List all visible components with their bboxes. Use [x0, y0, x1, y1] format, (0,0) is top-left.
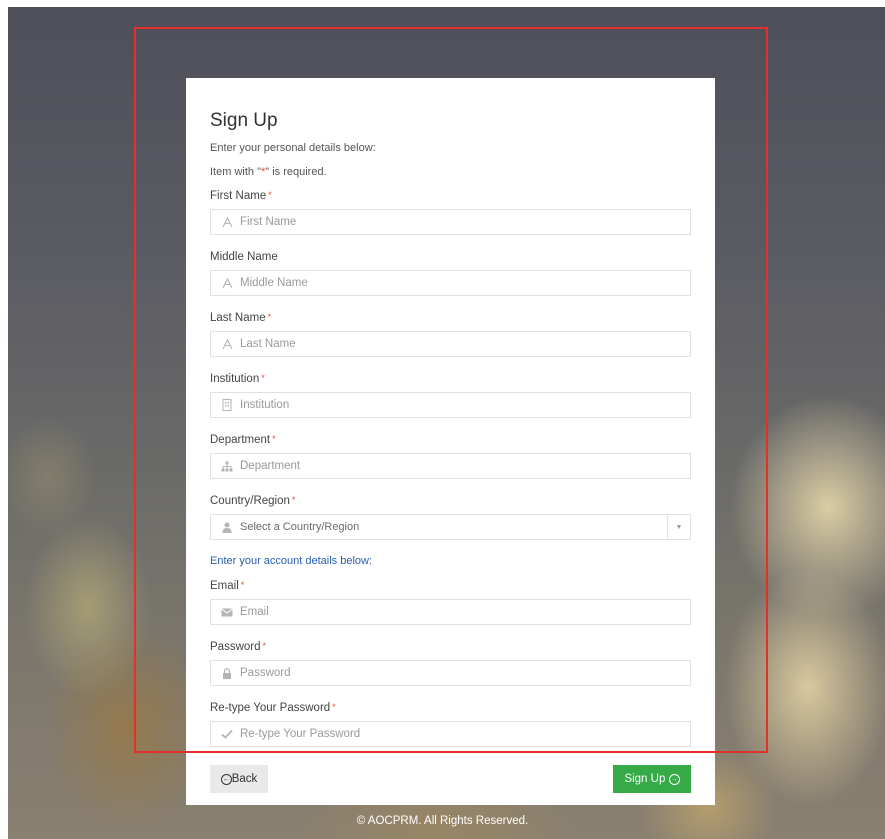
department-input[interactable]	[238, 455, 690, 477]
check-icon	[216, 729, 238, 739]
font-icon	[216, 277, 238, 289]
envelope-icon	[216, 607, 238, 617]
retype-password-field	[210, 721, 691, 747]
password-label: Password *	[210, 641, 267, 653]
chevron-down-icon[interactable]: ▼	[667, 515, 690, 539]
password-field	[210, 660, 691, 686]
user-icon	[216, 522, 238, 533]
last-name-field	[210, 331, 691, 357]
arrow-left-circle-icon: ←	[220, 773, 232, 785]
email-label: Email *	[210, 580, 245, 592]
sign-up-button[interactable]: Sign Up →	[613, 765, 691, 793]
signup-form: Sign Up Enter your personal details belo…	[186, 78, 715, 805]
first-name-input[interactable]	[238, 211, 690, 233]
required-note: Item with "*" is required.	[210, 166, 327, 178]
last-name-input[interactable]	[238, 333, 690, 355]
personal-details-intro: Enter your personal details below:	[210, 142, 376, 154]
arrow-right-circle-icon: →	[668, 773, 680, 785]
account-details-intro: Enter your account details below:	[210, 555, 373, 567]
department-field	[210, 453, 691, 479]
password-input[interactable]	[238, 662, 690, 684]
middle-name-input[interactable]	[238, 272, 690, 294]
country-label: Country/Region *	[210, 495, 296, 507]
first-name-field	[210, 209, 691, 235]
email-field	[210, 599, 691, 625]
middle-name-field	[210, 270, 691, 296]
font-icon	[216, 216, 238, 228]
back-button[interactable]: ← Back	[210, 765, 268, 793]
institution-input[interactable]	[238, 394, 690, 416]
retype-password-input[interactable]	[238, 723, 690, 745]
page-title: Sign Up	[210, 110, 278, 131]
building-icon	[216, 399, 238, 411]
sitemap-icon	[216, 461, 238, 472]
institution-label: Institution *	[210, 373, 265, 385]
middle-name-label: Middle Name	[210, 251, 278, 263]
email-input[interactable]	[238, 601, 690, 623]
last-name-label: Last Name *	[210, 312, 272, 324]
font-icon	[216, 338, 238, 350]
lock-icon	[216, 667, 238, 679]
first-name-label: First Name *	[210, 190, 272, 202]
institution-field	[210, 392, 691, 418]
country-select-value: Select a Country/Region	[240, 521, 360, 533]
department-label: Department *	[210, 434, 276, 446]
footer-copyright: © AOCPRM. All Rights Reserved.	[356, 815, 529, 827]
retype-password-label: Re-type Your Password *	[210, 702, 336, 714]
country-select[interactable]: Select a Country/Region ▼	[210, 514, 691, 540]
